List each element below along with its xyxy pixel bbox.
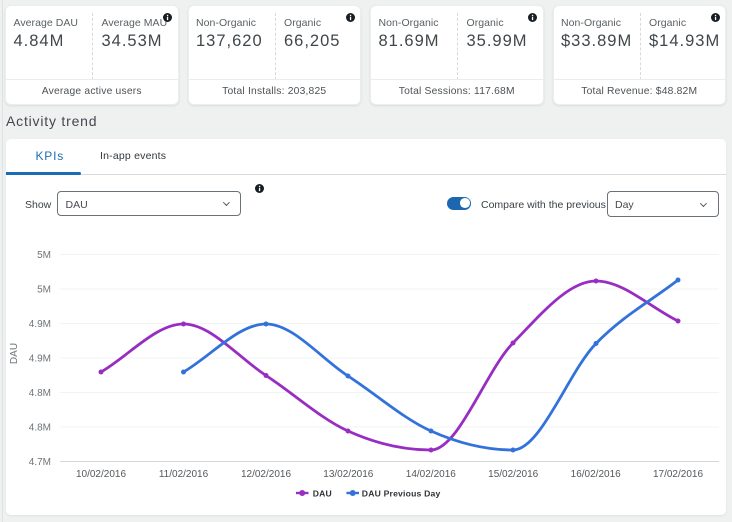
svg-text:DAU Previous Day: DAU Previous Day bbox=[362, 489, 441, 499]
svg-text:11/02/2016: 11/02/2016 bbox=[159, 469, 209, 480]
svg-text:17/02/2016: 17/02/2016 bbox=[653, 469, 703, 480]
svg-text:4.8M: 4.8M bbox=[29, 388, 51, 399]
svg-text:4.7M: 4.7M bbox=[29, 457, 51, 468]
svg-text:10/02/2016: 10/02/2016 bbox=[76, 469, 126, 480]
svg-text:15/02/2016: 15/02/2016 bbox=[488, 469, 538, 480]
svg-text:4.9M: 4.9M bbox=[29, 319, 51, 330]
svg-text:5M: 5M bbox=[37, 285, 51, 296]
svg-text:DAU: DAU bbox=[313, 489, 332, 499]
svg-text:16/02/2016: 16/02/2016 bbox=[571, 469, 621, 480]
svg-text:DAU: DAU bbox=[9, 343, 20, 364]
svg-text:4.9M: 4.9M bbox=[29, 354, 51, 365]
svg-text:12/02/2016: 12/02/2016 bbox=[241, 469, 291, 480]
svg-text:4.8M: 4.8M bbox=[29, 423, 51, 434]
svg-text:13/02/2016: 13/02/2016 bbox=[323, 469, 373, 480]
svg-text:14/02/2016: 14/02/2016 bbox=[406, 469, 456, 480]
svg-text:5M: 5M bbox=[37, 250, 51, 261]
